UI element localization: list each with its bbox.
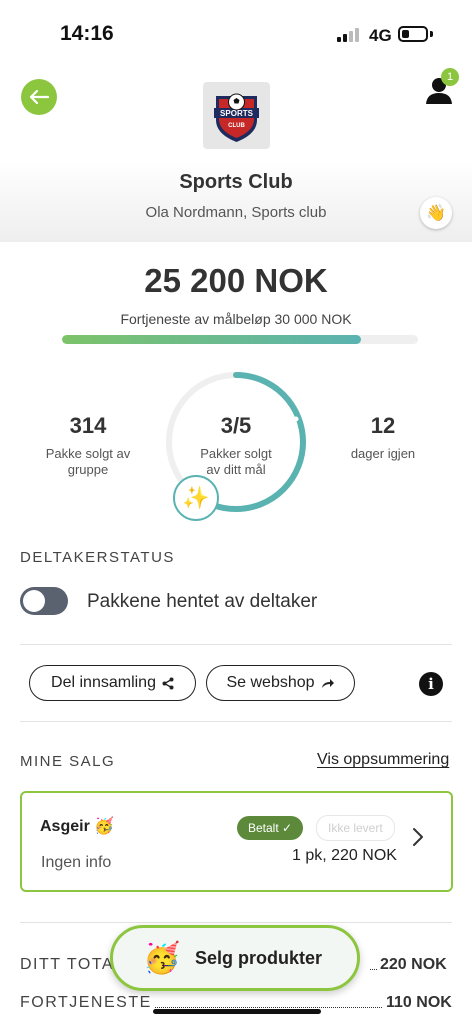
divider: [20, 721, 452, 722]
wave-hand-icon: 👋: [426, 205, 446, 222]
club-logo: SPORTS CLUB: [203, 82, 270, 149]
arrow-left-icon: [29, 89, 50, 105]
sell-products-label: Selg produkter: [195, 947, 323, 968]
profit-value: 110 NOK: [386, 994, 452, 1011]
sale-card[interactable]: [20, 791, 453, 892]
sell-products-button[interactable]: 🥳 Selg produkter: [110, 925, 360, 991]
status-time: 14:16: [60, 22, 114, 45]
notification-badge: 1: [441, 68, 459, 86]
goal-progress-fill: [62, 335, 362, 344]
paid-badge: Betalt ✓: [237, 816, 304, 840]
days-left-label: dager igjen: [350, 446, 416, 461]
collected-toggle[interactable]: [20, 587, 68, 615]
share-icon: [162, 677, 174, 689]
my-sales-title: MINE SALG: [20, 753, 116, 770]
sparkles-icon: ✨: [173, 475, 219, 521]
profit-dots: [155, 1007, 382, 1008]
my-sold-label: Pakker solgt av ditt mål: [200, 446, 272, 477]
forward-arrow-icon: [321, 679, 334, 688]
total-dots: [370, 969, 377, 970]
goal-progress-bar: [62, 335, 418, 344]
chevron-right-icon: [412, 826, 424, 854]
earned-amount: 25 200 NOK: [144, 262, 328, 299]
battery-icon: [398, 26, 428, 42]
signal-icon: [337, 28, 363, 42]
goal-text: Fortjeneste av målbeløp 30 000 NOK: [120, 311, 352, 327]
total-label: DITT TOTA: [20, 956, 115, 973]
divider: [20, 644, 452, 645]
days-left-count: 12: [370, 413, 396, 438]
club-subtitle: Ola Nordmann, Sports club: [145, 204, 327, 221]
divider: [20, 922, 452, 923]
battery-nub: [430, 31, 433, 37]
share-fundraiser-button[interactable]: Del innsamling: [29, 665, 196, 701]
collected-toggle-label: Pakkene hentet av deltaker: [87, 591, 318, 612]
total-value: 220 NOK: [380, 956, 447, 973]
party-face-icon: 🥳: [143, 941, 181, 975]
buyer-name: Asgeir 🥳: [40, 818, 115, 835]
participant-status-title: DELTAKERSTATUS: [20, 549, 175, 566]
my-sold-count: 3/5: [220, 413, 252, 438]
sale-quantity: 1 pk, 220 NOK: [292, 847, 397, 864]
wave-button[interactable]: 👋: [420, 197, 452, 229]
group-sold-count: 314: [69, 413, 107, 438]
profit-label: FORTJENESTE: [20, 994, 152, 1011]
share-button-label: Del innsamling: [51, 674, 156, 691]
svg-text:SPORTS: SPORTS: [220, 109, 254, 118]
info-icon[interactable]: i: [419, 672, 443, 696]
webshop-button-label: Se webshop: [226, 674, 315, 691]
view-summary-link[interactable]: Vis oppsummering: [317, 751, 449, 769]
home-indicator[interactable]: [153, 1009, 321, 1014]
buyer-info: Ingen info: [41, 854, 112, 871]
webshop-button[interactable]: Se webshop: [206, 665, 355, 701]
not-delivered-badge: Ikke levert: [316, 815, 395, 841]
club-name: Sports Club: [179, 171, 293, 193]
group-sold-label: Pakke solgt av gruppe: [45, 446, 131, 477]
network-label: 4G: [369, 26, 392, 45]
toggle-knob: [23, 590, 45, 612]
svg-text:CLUB: CLUB: [228, 123, 245, 129]
back-button[interactable]: [21, 79, 57, 115]
